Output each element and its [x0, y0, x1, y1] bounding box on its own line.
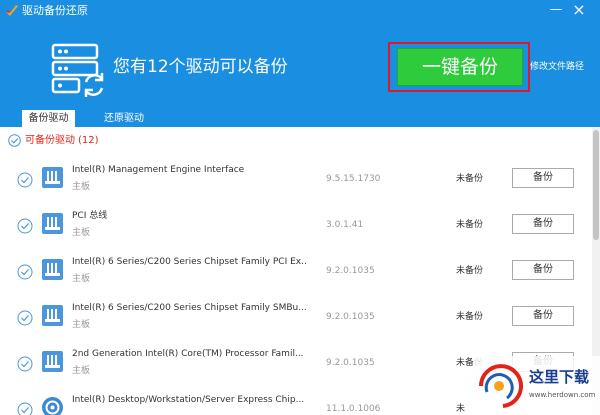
driver-name: 2nd Generation Intel(R) Core(TM) Process… [72, 349, 304, 359]
check-circle-icon[interactable] [17, 356, 33, 372]
title-bar: 驱动备份还原 — × [0, 0, 600, 24]
driver-name: Intel(R) 6 Series/C200 Series Chipset Fa… [72, 257, 307, 267]
driver-version: 11.1.0.1006 [326, 404, 381, 414]
driver-name: Intel(R) Management Engine Interface [72, 165, 245, 175]
check-circle-icon[interactable] [17, 402, 33, 415]
driver-status: 未备份 [456, 266, 484, 276]
backup-button[interactable]: 备份 [512, 168, 574, 188]
watermark-name: 这里下载 [529, 368, 589, 386]
chip-icon [42, 351, 63, 372]
check-circle-icon[interactable] [8, 134, 21, 147]
backup-button[interactable]: 备份 [512, 306, 574, 326]
driver-row: Intel(R) 6 Series/C200 Series Chipset Fa… [0, 250, 592, 296]
tab-backup-drivers[interactable]: 备份驱动 [22, 110, 75, 127]
header-banner: 驱动备份还原 — × 您有12个驱动可以备份 一键备份 修改文件路径 备份驱动 … [0, 0, 600, 127]
one-click-backup-button[interactable]: 一键备份 [397, 48, 523, 86]
section-label: 可备份驱动 [25, 135, 75, 146]
check-circle-icon[interactable] [17, 310, 33, 326]
app-logo-icon [6, 5, 18, 16]
driver-category: 主板 [72, 274, 91, 284]
chip-icon [42, 305, 63, 326]
scrollbar-thumb[interactable] [593, 130, 599, 240]
driver-name: PCI 总线 [72, 211, 108, 221]
chip-icon [42, 167, 63, 188]
driver-version: 9.2.0.1035 [326, 358, 375, 368]
driver-version: 9.2.0.1035 [326, 266, 375, 276]
driver-category: 主板 [72, 366, 91, 376]
driver-status: 未备份 [456, 312, 484, 322]
driver-category: 主板 [72, 228, 91, 238]
disc-icon [42, 397, 63, 415]
backup-button[interactable]: 备份 [512, 260, 574, 280]
backup-count-message: 您有12个驱动可以备份 [113, 57, 288, 77]
tab-restore-drivers[interactable]: 还原驱动 [100, 110, 148, 127]
server-backup-icon [51, 43, 104, 97]
driver-row: PCI 总线 主板 3.0.1.41 未备份 备份 [0, 204, 592, 250]
driver-category: 主板 [72, 182, 91, 192]
driver-name: Intel(R) 6 Series/C200 Series Chipset Fa… [72, 303, 307, 313]
driver-version: 9.2.0.1035 [326, 312, 375, 322]
check-circle-icon[interactable] [17, 172, 33, 188]
driver-status: 未备份 [456, 220, 484, 230]
check-circle-icon[interactable] [17, 218, 33, 234]
window-title: 驱动备份还原 [22, 4, 88, 17]
watermark-logo: 这里下载 www.herdown.com [473, 356, 600, 415]
backup-button[interactable]: 备份 [512, 214, 574, 234]
change-path-link[interactable]: 修改文件路径 [530, 61, 584, 73]
close-button[interactable]: × [571, 2, 587, 18]
driver-category: 主板 [72, 320, 91, 330]
driver-version: 3.0.1.41 [326, 220, 364, 230]
check-circle-icon[interactable] [17, 264, 33, 280]
driver-row: Intel(R) Management Engine Interface 主板 … [0, 158, 592, 204]
chip-icon [42, 213, 63, 234]
chip-icon [42, 259, 63, 280]
watermark-url: www.herdown.com [529, 391, 596, 399]
driver-version: 9.5.15.1730 [326, 174, 381, 184]
driver-status: 未 [456, 404, 466, 414]
driver-status: 未备份 [456, 174, 484, 184]
driver-name: Intel(R) Desktop/Workstation/Server Expr… [72, 395, 305, 405]
section-count: (12) [78, 135, 99, 146]
driver-row: Intel(R) 6 Series/C200 Series Chipset Fa… [0, 296, 592, 342]
minimize-button[interactable]: — [548, 2, 564, 18]
